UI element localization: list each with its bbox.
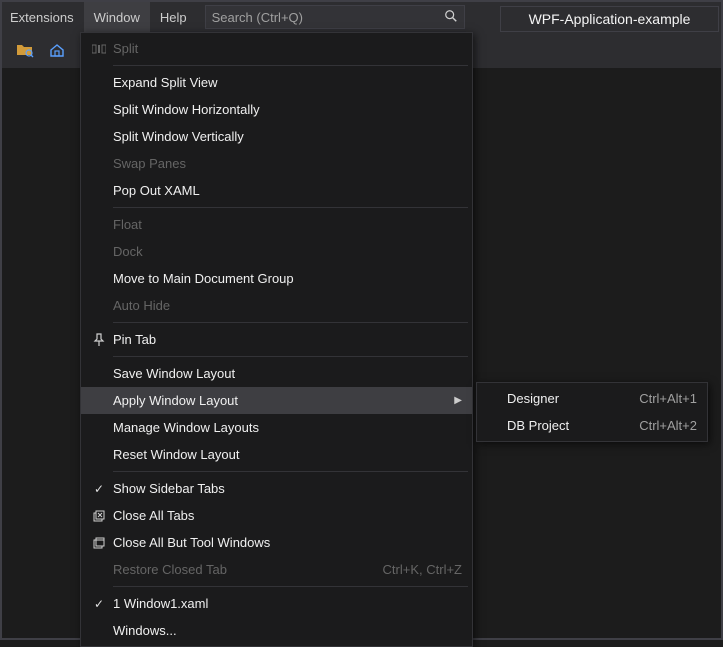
menu-item-auto-hide: Auto Hide xyxy=(81,292,472,319)
menu-item-window1[interactable]: ✓ 1 Window1.xaml xyxy=(81,590,472,617)
menu-item-swap-panes: Swap Panes xyxy=(81,150,472,177)
menu-item-reset-window-layout[interactable]: Reset Window Layout xyxy=(81,441,472,468)
menu-label: Designer xyxy=(507,391,639,406)
menu-label: Move to Main Document Group xyxy=(113,271,462,286)
menu-item-pin-tab[interactable]: Pin Tab xyxy=(81,326,472,353)
menu-label: Show Sidebar Tabs xyxy=(113,481,462,496)
menu-separator xyxy=(113,356,468,357)
submenu-item-designer[interactable]: Designer Ctrl+Alt+1 xyxy=(477,385,707,412)
menu-item-move-to-main-document-group[interactable]: Move to Main Document Group xyxy=(81,265,472,292)
menu-separator xyxy=(113,586,468,587)
menu-separator xyxy=(113,471,468,472)
open-folder-icon[interactable] xyxy=(14,39,36,61)
split-icon xyxy=(85,43,113,55)
menu-item-expand-split-view[interactable]: Expand Split View xyxy=(81,69,472,96)
menu-separator xyxy=(113,65,468,66)
check-icon: ✓ xyxy=(94,597,104,611)
search-icon xyxy=(444,9,458,26)
menu-help[interactable]: Help xyxy=(150,2,197,32)
menu-shortcut: Ctrl+Alt+1 xyxy=(639,391,697,406)
menu-label: Close All Tabs xyxy=(113,508,462,523)
menu-shortcut: Ctrl+Alt+2 xyxy=(639,418,697,433)
menu-label: Dock xyxy=(113,244,462,259)
submenu-arrow-icon: ▶ xyxy=(454,395,462,406)
menu-label: Windows... xyxy=(113,623,462,638)
menu-label: Float xyxy=(113,217,462,232)
menu-item-split-vertically[interactable]: Split Window Vertically xyxy=(81,123,472,150)
search-input[interactable] xyxy=(212,10,432,25)
menu-item-split-horizontally[interactable]: Split Window Horizontally xyxy=(81,96,472,123)
menu-extensions[interactable]: Extensions xyxy=(0,2,84,32)
menu-item-show-sidebar-tabs[interactable]: ✓ Show Sidebar Tabs xyxy=(81,475,472,502)
menu-label: Manage Window Layouts xyxy=(113,420,462,435)
home-icon[interactable] xyxy=(46,39,68,61)
submenu-item-db-project[interactable]: DB Project Ctrl+Alt+2 xyxy=(477,412,707,439)
solution-name-tile[interactable]: WPF-Application-example xyxy=(500,6,719,32)
menu-item-float: Float xyxy=(81,211,472,238)
menu-label: Pop Out XAML xyxy=(113,183,462,198)
menu-label: Split Window Vertically xyxy=(113,129,462,144)
menu-item-restore-closed-tab: Restore Closed Tab Ctrl+K, Ctrl+Z xyxy=(81,556,472,583)
search-box[interactable] xyxy=(205,5,465,29)
menu-label: Split xyxy=(113,41,462,56)
menu-label: Swap Panes xyxy=(113,156,462,171)
menu-label: Expand Split View xyxy=(113,75,462,90)
menu-label: DB Project xyxy=(507,418,639,433)
window-menu-dropdown: Split Expand Split View Split Window Hor… xyxy=(80,32,473,647)
menu-item-close-all-but-tool-windows[interactable]: Close All But Tool Windows xyxy=(81,529,472,556)
menu-label: Restore Closed Tab xyxy=(113,562,383,577)
menu-shortcut: Ctrl+K, Ctrl+Z xyxy=(383,562,462,577)
menu-label: Pin Tab xyxy=(113,332,462,347)
menu-item-split: Split xyxy=(81,35,472,62)
menu-label: Reset Window Layout xyxy=(113,447,462,462)
menu-label: Split Window Horizontally xyxy=(113,102,462,117)
apply-window-layout-submenu: Designer Ctrl+Alt+1 DB Project Ctrl+Alt+… xyxy=(476,382,708,442)
menu-label: Close All But Tool Windows xyxy=(113,535,462,550)
menu-separator xyxy=(113,322,468,323)
menu-item-pop-out-xaml[interactable]: Pop Out XAML xyxy=(81,177,472,204)
menu-item-apply-window-layout[interactable]: Apply Window Layout ▶ xyxy=(81,387,472,414)
menu-item-save-window-layout[interactable]: Save Window Layout xyxy=(81,360,472,387)
menu-label: Apply Window Layout xyxy=(113,393,454,408)
menu-label: Auto Hide xyxy=(113,298,462,313)
menu-label: 1 Window1.xaml xyxy=(113,596,462,611)
close-all-tabs-icon xyxy=(85,509,113,523)
menu-window[interactable]: Window xyxy=(84,2,150,32)
menu-item-dock: Dock xyxy=(81,238,472,265)
menu-item-close-all-tabs[interactable]: Close All Tabs xyxy=(81,502,472,529)
menu-separator xyxy=(113,207,468,208)
close-all-but-tool-icon xyxy=(85,536,113,550)
pin-icon xyxy=(85,333,113,347)
menu-item-manage-window-layouts[interactable]: Manage Window Layouts xyxy=(81,414,472,441)
menu-label: Save Window Layout xyxy=(113,366,462,381)
check-icon: ✓ xyxy=(94,482,104,496)
